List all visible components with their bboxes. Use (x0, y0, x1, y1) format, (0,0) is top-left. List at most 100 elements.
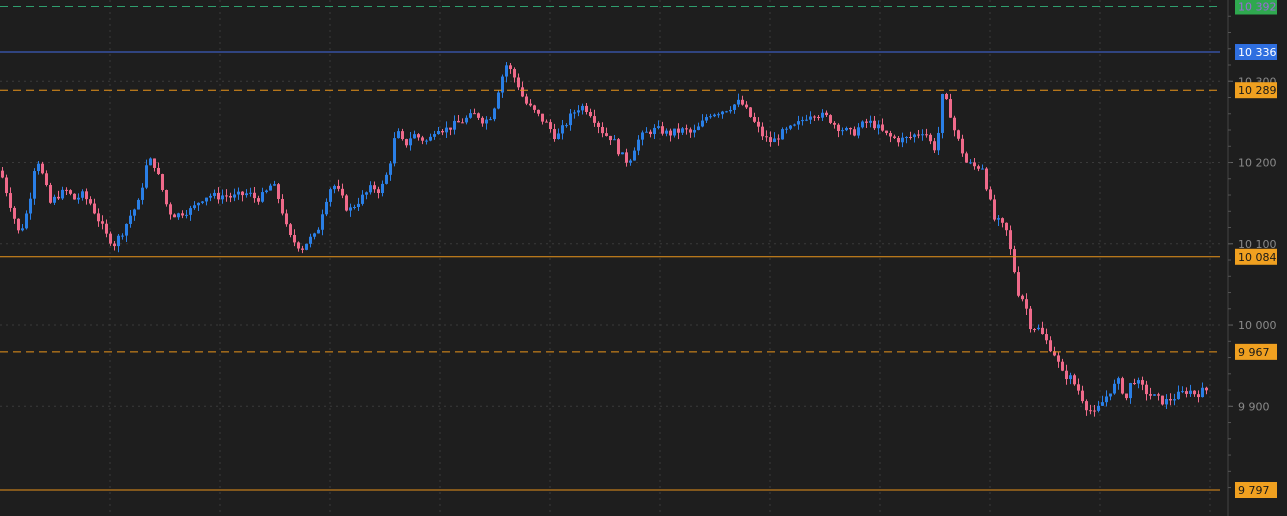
candle-body (529, 103, 532, 106)
candle-body (477, 113, 480, 118)
candle-body (909, 136, 912, 138)
candle-body (57, 196, 60, 199)
candle-body (853, 129, 856, 136)
candle-body (981, 168, 984, 170)
candle-body (397, 131, 400, 139)
candle-body (409, 138, 412, 146)
candle-body (221, 195, 224, 200)
candle-body (185, 214, 188, 216)
candle-body (649, 131, 652, 135)
candle-body (769, 137, 772, 143)
candle-body (1177, 391, 1180, 400)
candle-body (761, 126, 764, 137)
candlestick-chart: 10 30010 20010 10010 0009 900 10 39210 3… (0, 0, 1287, 516)
candle-body (845, 127, 848, 131)
candle-body (1137, 380, 1140, 384)
candle-body (765, 136, 768, 138)
candle-body (625, 152, 628, 163)
candle-body (285, 213, 288, 225)
candle-body (925, 134, 928, 136)
candle-body (357, 203, 360, 208)
candle-body (549, 122, 552, 130)
candle-body (741, 99, 744, 105)
candle-body (1101, 402, 1104, 406)
candle-body (1181, 391, 1184, 393)
candle-body (589, 112, 592, 117)
candle-body (21, 228, 24, 231)
candle-body (969, 162, 972, 164)
candle-body (1009, 230, 1012, 250)
candle-body (445, 127, 448, 133)
candle-body (721, 111, 724, 115)
candle-body (985, 168, 988, 190)
candle-body (253, 192, 256, 199)
candle-body (497, 92, 500, 109)
candle-body (1069, 375, 1072, 380)
candle-body (737, 99, 740, 105)
candle-body (725, 111, 728, 113)
candle-body (685, 128, 688, 130)
candle-body (33, 171, 36, 199)
candle-body (905, 136, 908, 138)
candle-body (345, 195, 348, 211)
candle-body (313, 233, 316, 237)
candle-body (517, 77, 520, 88)
candle-body (1037, 327, 1040, 330)
tick-label: 9 900 (1238, 400, 1270, 413)
candle-body (1029, 308, 1032, 330)
candle-body (1161, 395, 1164, 405)
candle-body (817, 116, 820, 118)
candle-body (117, 235, 120, 247)
candle-body (1, 170, 4, 178)
candle-body (1049, 340, 1052, 352)
candle-body (621, 152, 624, 155)
candle-body (1105, 396, 1108, 403)
candle-body (605, 133, 608, 136)
candle-body (77, 197, 80, 200)
candle-body (169, 204, 172, 215)
candle-body (585, 105, 588, 113)
candle-body (165, 189, 168, 205)
candle-body (1045, 334, 1048, 341)
candle-body (813, 116, 816, 118)
candle-body (837, 124, 840, 132)
candle-body (293, 235, 296, 243)
candle-body (257, 198, 260, 202)
candle-body (305, 243, 308, 250)
candle-body (525, 96, 528, 104)
candle-body (29, 198, 32, 214)
candle-body (749, 107, 752, 117)
candle-body (489, 119, 492, 121)
candle-body (609, 135, 612, 141)
candle-body (1157, 394, 1160, 396)
candle-body (933, 141, 936, 151)
candle-body (401, 131, 404, 140)
candle-body (881, 124, 884, 131)
candle-body (193, 205, 196, 209)
candle-body (1145, 384, 1148, 395)
candle-body (545, 121, 548, 123)
candle-body (873, 120, 876, 129)
candle-body (789, 125, 792, 129)
candle-body (441, 131, 444, 133)
candle-body (677, 128, 680, 133)
candle-body (809, 116, 812, 120)
candle-body (5, 177, 8, 194)
candle-body (341, 188, 344, 196)
candle-body (121, 235, 124, 237)
candle-body (301, 248, 304, 250)
candle-body (1017, 272, 1020, 296)
candle-body (569, 113, 572, 126)
candle-body (785, 128, 788, 130)
candle-body (73, 193, 76, 200)
candle-body (1109, 393, 1112, 397)
candle-body (661, 126, 664, 134)
candle-body (921, 134, 924, 136)
candle-body (633, 150, 636, 161)
candle-body (745, 104, 748, 108)
candle-body (241, 191, 244, 196)
candle-body (537, 109, 540, 114)
candle-body (897, 137, 900, 143)
candle-body (385, 174, 388, 184)
candle-body (373, 185, 376, 190)
